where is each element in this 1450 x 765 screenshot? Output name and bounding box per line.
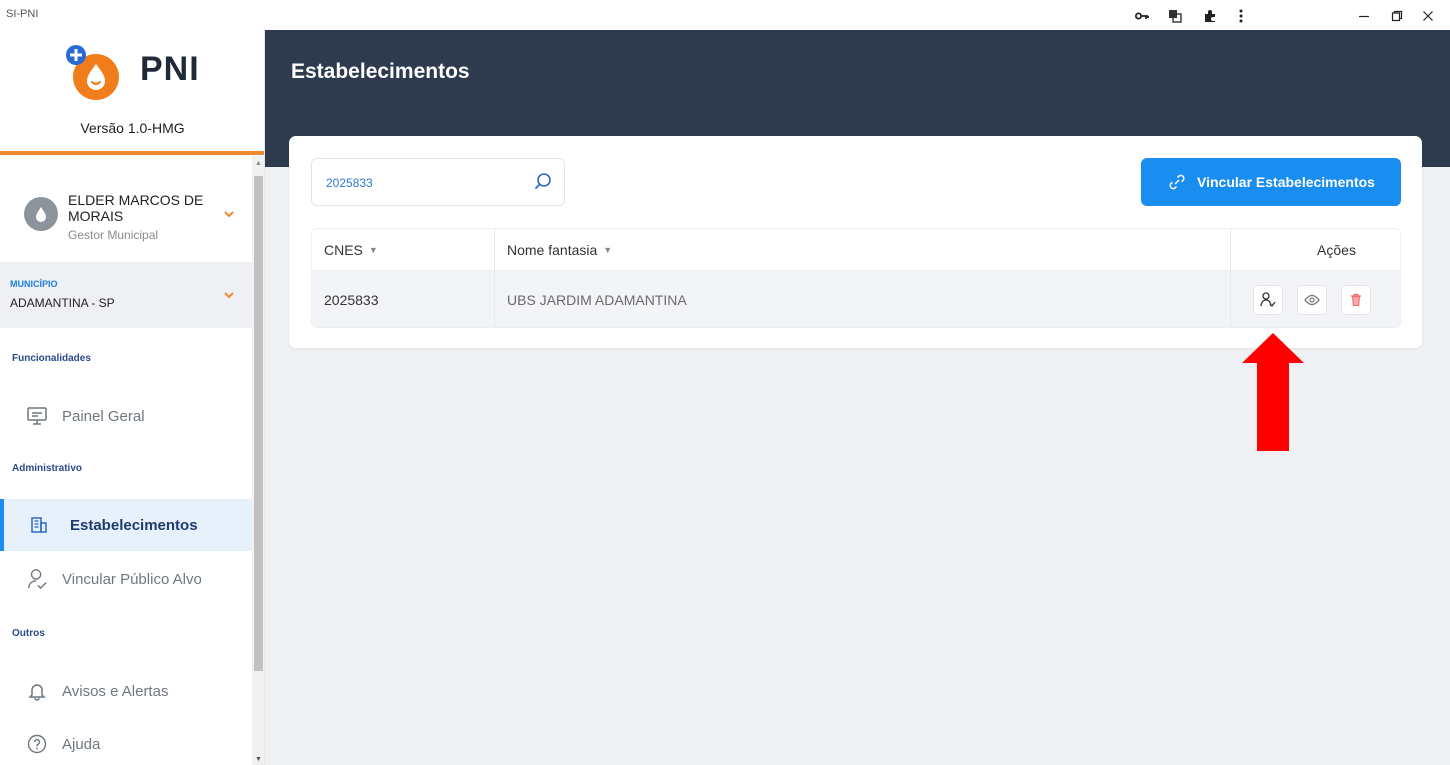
logo-area: PNI Versão 1.0-HMG — [0, 30, 264, 155]
scroll-up-icon[interactable]: ▲ — [255, 160, 262, 167]
logo-text: PNI — [140, 50, 200, 88]
scroll-down-icon[interactable]: ▼ — [255, 756, 262, 763]
sidebar-item-label: Estabelecimentos — [70, 516, 198, 534]
sidebar-item-painel-geral[interactable]: Painel Geral — [0, 390, 252, 442]
link-users-button[interactable] — [1253, 285, 1283, 315]
cell-actions — [1230, 271, 1400, 327]
help-icon — [26, 733, 48, 755]
version-label: Versão 1.0-HMG — [80, 120, 185, 136]
page-header: Estabelecimentos — [265, 30, 1450, 117]
avatar — [24, 197, 58, 231]
sort-icon[interactable]: ▼ — [603, 245, 612, 255]
column-label: Nome fantasia — [507, 241, 598, 258]
pni-logo-icon — [65, 44, 123, 102]
restore-icon[interactable] — [1382, 4, 1412, 28]
extensions-icon[interactable] — [1195, 4, 1225, 28]
section-outros: Outros — [12, 628, 45, 639]
column-header-acoes: Ações — [1230, 229, 1400, 270]
trash-icon — [1351, 293, 1361, 306]
sidebar-item-label: Vincular Público Alvo — [62, 570, 202, 588]
close-icon[interactable] — [1413, 4, 1443, 28]
scrollbar-thumb[interactable] — [254, 176, 263, 671]
eye-icon — [1304, 294, 1320, 306]
building-icon — [28, 514, 50, 536]
establishments-card: 2025833 Vincular Estabelecimentos CNES ▼ … — [289, 136, 1422, 348]
sidebar-item-vincular-publico-alvo[interactable]: Vincular Público Alvo — [0, 553, 252, 605]
monitor-icon — [26, 405, 48, 427]
sort-icon[interactable]: ▼ — [369, 245, 378, 255]
key-icon[interactable] — [1127, 4, 1157, 28]
table-header: CNES ▼ Nome fantasia ▼ Ações — [312, 229, 1400, 271]
table-row: 2025833 UBS JARDIM ADAMANTINA — [312, 271, 1400, 327]
link-users-icon — [1260, 292, 1276, 307]
chevron-down-icon[interactable] — [222, 288, 236, 302]
sidebar-item-label: Painel Geral — [62, 407, 145, 425]
user-name: ELDER MARCOS DE MORAIS — [68, 192, 204, 224]
page-title: Estabelecimentos — [291, 60, 470, 83]
title-bar: SI-PNI — [0, 0, 1450, 30]
kebab-menu-icon[interactable] — [1226, 4, 1256, 28]
section-funcionalidades: Funcionalidades — [12, 353, 91, 364]
sidebar-item-ajuda[interactable]: Ajuda — [0, 718, 252, 765]
search-input[interactable]: 2025833 — [311, 158, 565, 206]
user-link-icon — [26, 568, 48, 590]
sidebar-item-label: Avisos e Alertas — [62, 682, 169, 700]
municipio-value: ADAMANTINA - SP — [10, 296, 115, 310]
sidebar: PNI Versão 1.0-HMG ELDER MARCOS DE MORAI… — [0, 30, 265, 765]
sidebar-item-estabelecimentos[interactable]: Estabelecimentos — [0, 499, 252, 551]
sidebar-item-label: Ajuda — [62, 735, 101, 753]
municipio-selector[interactable]: MUNICÍPIO ADAMANTINA - SP — [0, 262, 252, 328]
municipio-label: MUNICÍPIO — [10, 279, 58, 289]
app-window: SI-PNI PNI Versão 1.0-HMG ELDER MARCOS D… — [0, 0, 1450, 765]
delete-button[interactable] — [1341, 285, 1371, 315]
translate-icon[interactable] — [1160, 4, 1190, 28]
annotation-arrow-icon — [1242, 333, 1304, 451]
cell-nome-fantasia: UBS JARDIM ADAMANTINA — [494, 271, 1230, 327]
column-header-nome-fantasia[interactable]: Nome fantasia ▼ — [494, 229, 1230, 270]
user-role: Gestor Municipal — [68, 228, 159, 242]
search-input-value[interactable]: 2025833 — [326, 176, 373, 190]
establishments-table: CNES ▼ Nome fantasia ▼ Ações 2025833 UBS J… — [311, 228, 1401, 328]
user-profile[interactable]: ELDER MARCOS DE MORAIS Gestor Municipal — [0, 159, 252, 262]
cell-cnes: 2025833 — [324, 292, 379, 308]
column-header-cnes[interactable]: CNES ▼ — [324, 229, 494, 270]
window-title: SI-PNI — [6, 8, 39, 20]
section-administrativo: Administrativo — [12, 463, 83, 474]
search-icon[interactable] — [533, 172, 553, 192]
vincular-estabelecimentos-label: Vincular Estabelecimentos — [1197, 174, 1375, 190]
bell-icon — [26, 680, 48, 702]
chevron-down-icon[interactable] — [222, 207, 236, 221]
column-label: Ações — [1317, 241, 1356, 258]
vincular-estabelecimentos-button[interactable]: Vincular Estabelecimentos — [1141, 158, 1401, 206]
sidebar-scrollbar[interactable]: ▲ ▼ — [252, 156, 264, 765]
minimize-icon[interactable] — [1349, 4, 1379, 28]
sidebar-item-avisos-e-alertas[interactable]: Avisos e Alertas — [0, 665, 252, 717]
view-button[interactable] — [1297, 285, 1327, 315]
column-label: CNES — [324, 241, 363, 258]
link-icon — [1169, 174, 1185, 190]
